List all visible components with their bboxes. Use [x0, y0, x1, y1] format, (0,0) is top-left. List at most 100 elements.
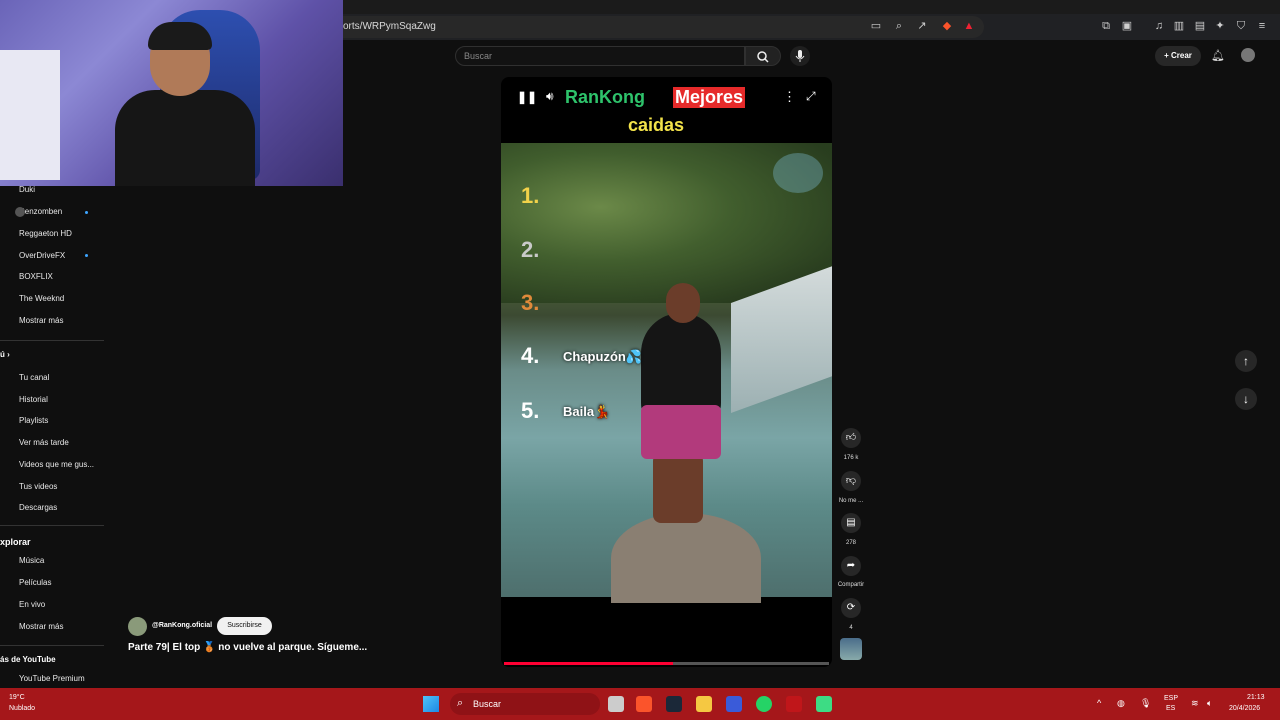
- sidebar-item-boxflix[interactable]: BOXFLIX: [19, 272, 53, 281]
- input-language[interactable]: ESP: [1164, 695, 1178, 702]
- pause-icon[interactable]: ❚❚: [517, 90, 537, 104]
- file-explorer-icon[interactable]: [696, 696, 712, 712]
- volume-icon[interactable]: 🔊︎: [546, 89, 554, 104]
- dislike-button[interactable]: 👎︎: [841, 471, 861, 491]
- rank-label: Chapuzón💦: [563, 349, 643, 364]
- weather-desc[interactable]: Nublado: [9, 705, 35, 712]
- video-rock: [611, 513, 761, 603]
- create-button[interactable]: + Crear: [1155, 46, 1201, 66]
- sidebar-item-your-videos[interactable]: Tus videos: [19, 482, 57, 491]
- rewards-icon[interactable]: ▲: [962, 19, 976, 33]
- android-app-icon[interactable]: [816, 696, 832, 712]
- thumbs-up-icon: 👍︎: [845, 432, 857, 443]
- sidebar-icon[interactable]: ▥: [1172, 19, 1186, 33]
- windows-start-icon[interactable]: [423, 696, 439, 712]
- sidebar-item-renzomben[interactable]: Renzomben: [15, 207, 63, 217]
- channel-avatar[interactable]: [128, 617, 147, 636]
- sidebar-item-music[interactable]: Música: [19, 556, 44, 565]
- remix-button[interactable]: ⟳: [841, 598, 861, 618]
- progress-bar[interactable]: [504, 662, 673, 665]
- sidebar-item-label: Renzomben: [19, 207, 63, 216]
- arrow-down-icon: ↓: [1243, 392, 1249, 406]
- sidebar-item-label: BOXFLIX: [19, 272, 53, 281]
- address-text[interactable]: orts/WRPymSqaZwg: [343, 21, 436, 32]
- search-icon: [757, 51, 769, 63]
- sidebar-item-live[interactable]: En vivo: [19, 600, 45, 609]
- mic-tray-icon[interactable]: 🎙︎: [1140, 698, 1151, 709]
- previous-short-button[interactable]: ↑: [1235, 350, 1257, 372]
- sidebar-item-youtube-premium[interactable]: YouTube Premium: [19, 674, 85, 683]
- notifications-icon[interactable]: 🔔︎: [1211, 49, 1225, 62]
- sidebar-item-movies[interactable]: Películas: [19, 578, 51, 587]
- store-icon[interactable]: [726, 696, 742, 712]
- network-app-icon[interactable]: ◍: [1117, 698, 1125, 709]
- sidebar-item-label: YouTube Premium: [19, 674, 85, 683]
- clock-time[interactable]: 21:13: [1247, 694, 1265, 701]
- like-button[interactable]: 👍︎: [841, 428, 861, 448]
- sidebar-item-explore-more[interactable]: Mostrar más: [19, 622, 63, 631]
- sidebar-item-liked-videos[interactable]: Videos que me gus...: [19, 460, 94, 469]
- fullscreen-icon[interactable]: ⤢: [806, 89, 816, 104]
- sidebar-item-label: Descargas: [19, 503, 58, 512]
- steam-icon[interactable]: [666, 696, 682, 712]
- brave-browser-icon[interactable]: [636, 696, 652, 712]
- clock-date[interactable]: 20/4/2026: [1229, 705, 1260, 712]
- divider: [0, 645, 104, 646]
- sidebar-item-the-weeknd[interactable]: The Weeknd: [19, 294, 64, 303]
- media-icon[interactable]: ♫: [1152, 19, 1166, 33]
- sidebar-item-downloads[interactable]: Descargas: [19, 503, 57, 512]
- rank-number: 4.: [521, 343, 540, 368]
- task-view-icon[interactable]: [608, 696, 624, 712]
- vpn-icon[interactable]: ⛉: [1234, 19, 1248, 33]
- rank-number: 1.: [521, 183, 540, 208]
- you-section-chevron-icon[interactable]: ú ›: [0, 350, 10, 359]
- input-layout[interactable]: ES: [1166, 705, 1175, 712]
- app-icon[interactable]: [786, 696, 802, 712]
- sidebar-item-show-more[interactable]: Mostrar más: [19, 316, 63, 325]
- whatsapp-icon[interactable]: [756, 696, 772, 712]
- sidebar-item-overdrivefx[interactable]: OverDriveFX: [19, 251, 65, 260]
- short-title[interactable]: Parte 79| El top 🥉 no vuelve al parque. …: [128, 642, 367, 653]
- sidebar-item-history[interactable]: Historial: [19, 395, 48, 404]
- sidebar-item-your-channel[interactable]: Tu canal: [19, 373, 49, 382]
- speaker-icon[interactable]: 🔈︎: [1207, 698, 1212, 709]
- next-short-button[interactable]: ↓: [1235, 388, 1257, 410]
- share-label: Compartir: [837, 582, 865, 588]
- sound-thumbnail[interactable]: [840, 638, 862, 660]
- share-icon[interactable]: ↗: [915, 19, 929, 33]
- more-options-icon[interactable]: ⋮: [783, 89, 796, 105]
- tab-icon[interactable]: ▣: [1120, 19, 1134, 33]
- sidebar-item-label: OverDriveFX: [19, 251, 66, 260]
- voice-search-button[interactable]: [790, 46, 810, 66]
- weather-temp[interactable]: 19°C: [9, 694, 25, 701]
- share-button[interactable]: ➦: [841, 556, 861, 576]
- video-title-overlay: RanKong: [565, 87, 645, 107]
- account-avatar[interactable]: [1241, 48, 1255, 62]
- rank-number: 3.: [521, 290, 540, 315]
- wifi-icon[interactable]: ≋: [1191, 698, 1199, 709]
- leo-icon[interactable]: ✦: [1213, 19, 1227, 33]
- video-frame[interactable]: 1. 2. 3. 4. Chapuzón💦 5. Baila💃: [501, 143, 832, 603]
- zoom-icon[interactable]: ⌕: [892, 19, 906, 33]
- cast-icon[interactable]: ▭: [869, 19, 883, 33]
- sidebar-item-reggaeton-hd[interactable]: Reggaeton HD: [19, 229, 72, 238]
- tray-chevron-icon[interactable]: ^: [1097, 698, 1101, 708]
- sidebar-item-label: Música: [19, 556, 45, 565]
- sidebar-item-playlists[interactable]: Playlists: [19, 416, 48, 425]
- brave-shield-icon[interactable]: ◆: [940, 19, 954, 33]
- search-button[interactable]: [745, 46, 781, 66]
- subscribe-button[interactable]: Suscribirse: [217, 617, 272, 635]
- shorts-player[interactable]: 1. 2. 3. 4. Chapuzón💦 5. Baila💃 ❚❚ 🔊︎ Ra…: [501, 77, 832, 667]
- menu-icon[interactable]: ≡: [1255, 19, 1269, 33]
- search-placeholder: Buscar: [464, 51, 493, 61]
- comments-button[interactable]: ▤: [841, 513, 861, 533]
- rank-number: 2.: [521, 237, 540, 262]
- sidebar-item-label: Mostrar más: [19, 622, 64, 631]
- sidebar-item-duki[interactable]: Duki: [19, 185, 35, 194]
- search-input[interactable]: [455, 46, 745, 66]
- sidebar-item-watch-later[interactable]: Ver más tarde: [19, 438, 69, 447]
- sidebar-item-label: Mostrar más: [19, 316, 64, 325]
- extensions-icon[interactable]: ⧉: [1099, 19, 1113, 33]
- channel-name[interactable]: @RanKong.oficial: [152, 622, 212, 629]
- wallet-icon[interactable]: ▤: [1193, 19, 1207, 33]
